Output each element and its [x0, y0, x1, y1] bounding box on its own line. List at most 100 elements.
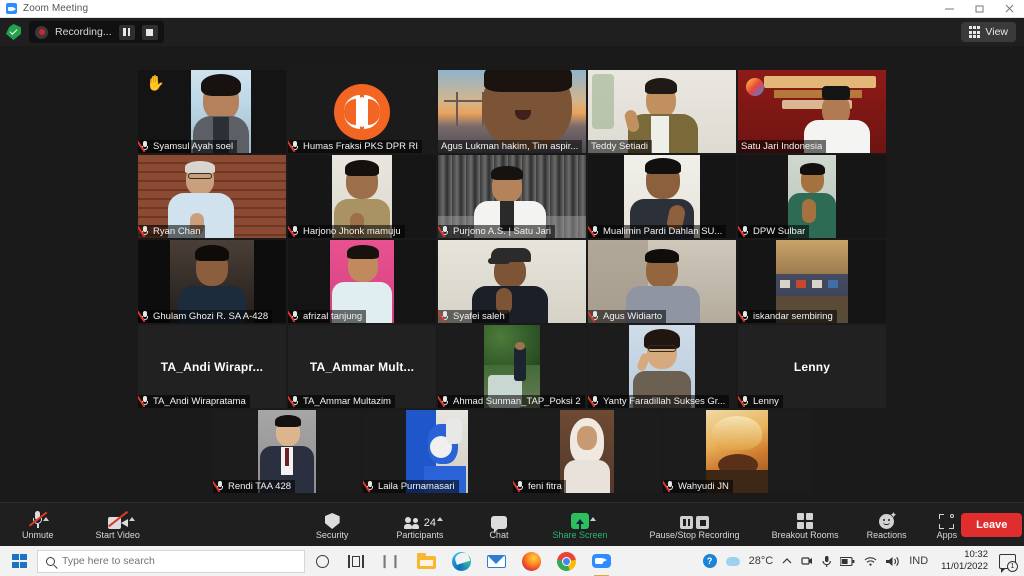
- start-video-button[interactable]: Start Video: [92, 503, 144, 547]
- zoom-taskbar-icon[interactable]: [592, 552, 611, 576]
- shield-icon: [324, 509, 340, 529]
- participant-name: TA_Andi Wirapratama: [138, 395, 250, 408]
- participant-tile[interactable]: TA_Ammar Mult... TA_Ammar Multazim: [288, 325, 436, 408]
- taskbar-search-box[interactable]: [37, 549, 305, 573]
- participant-name: Laila Purnamasari: [363, 480, 459, 493]
- cortana-button[interactable]: [305, 554, 339, 568]
- pause-icon[interactable]: [680, 516, 694, 529]
- mic-muted-icon: [588, 395, 599, 408]
- show-hidden-icons-chevron[interactable]: [782, 557, 792, 565]
- participant-tile[interactable]: Ryan Chan: [138, 155, 286, 238]
- mic-muted-icon: [588, 225, 599, 238]
- mic-muted-icon: [363, 480, 374, 493]
- participant-tile[interactable]: ✋ Syamsul Ayah soel: [138, 70, 286, 153]
- camera-muted-icon: [107, 509, 135, 529]
- breakout-grid-icon: [797, 509, 814, 529]
- pause-stop-recording-button[interactable]: Pause/Stop Recording: [646, 503, 744, 547]
- participants-button[interactable]: 24 Participants: [392, 503, 447, 547]
- participants-count: 24: [423, 517, 437, 529]
- apps-button[interactable]: Apps: [933, 503, 962, 547]
- participant-tile[interactable]: Mualimin Pardi Dahlan SU...: [588, 155, 736, 238]
- participants-options-caret[interactable]: [437, 517, 444, 521]
- participant-tile-active-speaker[interactable]: Agus Lukman hakim, Tim aspir...: [438, 70, 586, 153]
- stop-icon[interactable]: [696, 516, 710, 529]
- participant-name: DPW Sulbar: [738, 225, 810, 238]
- participant-tile[interactable]: Ahmad Sunman_TAP_Poksi 2: [438, 325, 586, 408]
- video-options-caret[interactable]: [128, 517, 135, 521]
- participant-tile[interactable]: DPW Sulbar: [738, 155, 886, 238]
- shield-check-icon[interactable]: [6, 24, 21, 40]
- participant-tile[interactable]: Purjono A.S. | Satu Jari: [438, 155, 586, 238]
- participant-tile[interactable]: Satu Jari Indonesia: [738, 70, 886, 153]
- weather-cloud-icon[interactable]: [725, 556, 740, 566]
- camera-in-use-icon[interactable]: [801, 555, 813, 567]
- audio-options-caret[interactable]: [43, 517, 50, 521]
- share-screen-button[interactable]: Share Screen: [548, 503, 611, 547]
- windows-start-icon[interactable]: [12, 553, 27, 569]
- participant-tile[interactable]: iskandar sembiring: [738, 240, 886, 323]
- taskbar-app-icons: [417, 550, 611, 576]
- chat-bubble-icon: [490, 509, 507, 533]
- participant-name: Wahyudi JN: [663, 480, 733, 493]
- participant-tile[interactable]: feni fitra: [513, 410, 661, 493]
- windows-taskbar: ❙❙: [0, 546, 1024, 576]
- mail-icon[interactable]: [487, 552, 506, 571]
- participant-tile[interactable]: Laila Purnamasari: [363, 410, 511, 493]
- leave-button[interactable]: Leave: [961, 512, 1023, 537]
- participant-tile[interactable]: Wahyudi JN: [663, 410, 811, 493]
- mic-muted-icon: [288, 310, 299, 323]
- mic-muted-icon: [663, 480, 674, 493]
- chrome-icon[interactable]: [557, 551, 576, 571]
- close-button[interactable]: [994, 0, 1024, 18]
- participant-name: feni fitra: [513, 480, 566, 493]
- share-options-caret[interactable]: [589, 517, 596, 521]
- view-button-label: View: [985, 26, 1008, 38]
- notification-count: 1: [1007, 560, 1018, 572]
- clock-date: 11/01/2022: [941, 561, 988, 572]
- wifi-icon[interactable]: [864, 556, 877, 566]
- unmute-button[interactable]: Unmute: [18, 503, 58, 547]
- microsoft-edge-icon[interactable]: [452, 550, 471, 571]
- pause-recording-button[interactable]: [118, 24, 135, 40]
- participant-tile[interactable]: Humas Fraksi PKS DPR RI: [288, 70, 436, 153]
- window-controls: [934, 0, 1024, 18]
- participant-tile[interactable]: afrizal tanjung: [288, 240, 436, 323]
- mic-muted-icon: [213, 480, 224, 493]
- security-button[interactable]: Security: [312, 503, 353, 547]
- clock[interactable]: 10:32 11/01/2022: [937, 549, 988, 573]
- participant-gallery: ✋ Syamsul Ayah soel Humas Fraksi PKS DPR…: [0, 46, 1024, 502]
- participant-tile[interactable]: TA_Andi Wirapr... TA_Andi Wirapratama: [138, 325, 286, 408]
- participant-tile[interactable]: Agus Widiarto: [588, 240, 736, 323]
- minimize-button[interactable]: [934, 0, 964, 18]
- reactions-button[interactable]: ✦ Reactions: [863, 503, 911, 547]
- participant-tile[interactable]: Ghulam Ghozi R. SA A-428: [138, 240, 286, 323]
- battery-icon[interactable]: [840, 556, 855, 566]
- participant-name: Ghulam Ghozi R. SA A-428: [138, 310, 273, 323]
- chat-button[interactable]: Chat: [485, 503, 512, 547]
- view-button[interactable]: View: [960, 22, 1016, 42]
- language-indicator[interactable]: IND: [909, 555, 928, 567]
- raised-hand-icon: ✋: [146, 75, 165, 92]
- restore-button[interactable]: [964, 0, 994, 18]
- participant-tile[interactable]: Rendi TAA 428: [213, 410, 361, 493]
- file-explorer-icon[interactable]: [417, 552, 436, 571]
- help-question-icon[interactable]: ?: [702, 554, 717, 568]
- participant-tile[interactable]: Lenny Lenny: [738, 325, 886, 408]
- participant-name: Yanty Faradillah Sukses Gr...: [588, 395, 730, 408]
- task-view-button[interactable]: [339, 554, 373, 568]
- firefox-icon[interactable]: [522, 551, 541, 571]
- microphone-in-use-icon[interactable]: [822, 555, 832, 568]
- participant-tile[interactable]: Teddy Setiadi: [588, 70, 736, 153]
- search-input[interactable]: [62, 555, 296, 567]
- participant-tile[interactable]: Syafei saleh: [438, 240, 586, 323]
- gallery-row: Ghulam Ghozi R. SA A-428 afrizal tanjung: [0, 240, 1024, 323]
- grid-icon: [968, 26, 981, 38]
- participant-name: Syafei saleh: [438, 310, 509, 323]
- participant-tile[interactable]: Harjono Jhonk mamuju: [288, 155, 436, 238]
- stop-recording-button[interactable]: [141, 24, 158, 40]
- mic-muted-icon: [288, 395, 299, 408]
- notification-center-icon[interactable]: 1: [999, 553, 1018, 573]
- participant-tile[interactable]: Yanty Faradillah Sukses Gr...: [588, 325, 736, 408]
- breakout-rooms-button[interactable]: Breakout Rooms: [768, 503, 843, 547]
- volume-icon[interactable]: [886, 556, 900, 567]
